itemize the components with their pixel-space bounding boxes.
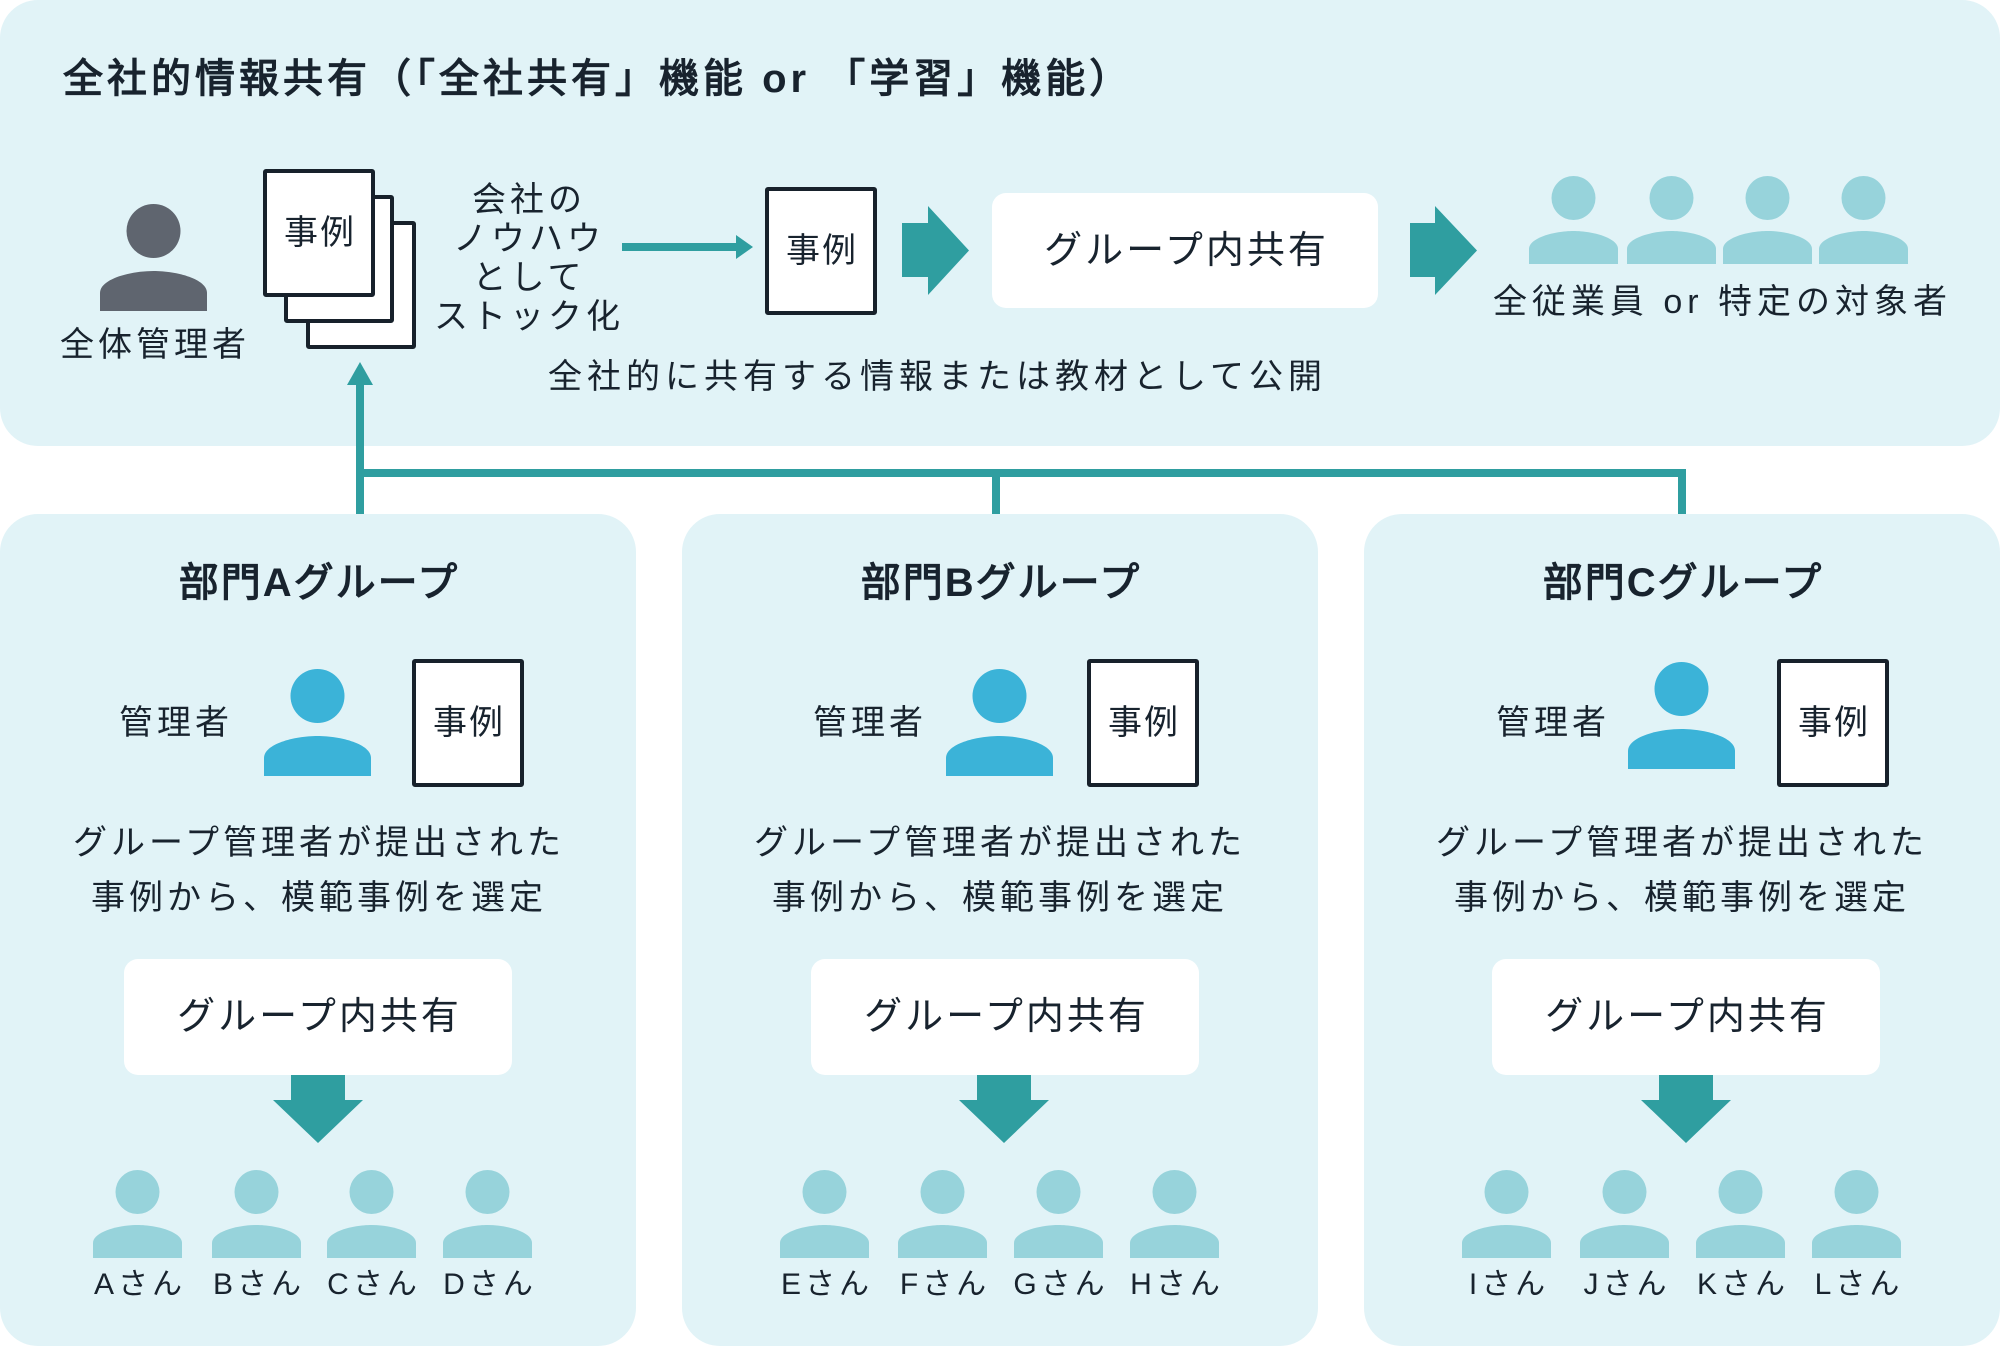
member-label: Gさん [1013, 1268, 1109, 1301]
group-panel-b: 部門Bグループ 管理者 事例 グループ管理者が提出された 事例から、模範事例を選… [682, 514, 1318, 1346]
member-label: Dさん [443, 1268, 537, 1301]
selection-description: グループ管理者が提出された 事例から、模範事例を選定 [750, 816, 1246, 926]
document-stack-label: 事例 [284, 214, 356, 252]
member-label: Iさん [1468, 1268, 1550, 1301]
member-label: Cさん [327, 1268, 421, 1301]
member-person-icon [780, 1170, 869, 1258]
company-group-share-label: グループ内共有 [1044, 229, 1329, 272]
member-label: Kさん [1696, 1268, 1790, 1301]
publish-caption: 全社的に共有する情報または教材として公開 [548, 358, 1327, 396]
member-label: Eさん [780, 1268, 874, 1301]
company-group-share-box: グループ内共有 [992, 193, 1378, 308]
published-case-document: 事例 [765, 187, 877, 315]
member-label: Jさん [1583, 1268, 1671, 1301]
connector-horizontal-line [356, 469, 1686, 477]
company-sharing-panel: 全社的情報共有（「全社共有」機能 or 「学習」機能） 全体管理者 事例 会社の… [0, 0, 2000, 446]
group-share-label: グループ内共有 [1545, 996, 1830, 1038]
description-line: グループ管理者が提出された [73, 824, 565, 862]
selection-description: グループ管理者が提出された 事例から、模範事例を選定 [1432, 816, 1928, 926]
manager-label: 管理者 [1496, 704, 1610, 742]
member-person-icon [1696, 1170, 1785, 1258]
description-line: 事例から、模範事例を選定 [1454, 879, 1910, 917]
member-person-icon [93, 1170, 182, 1258]
published-document-label: 事例 [786, 232, 858, 270]
group-share-box: グループ内共有 [124, 959, 512, 1075]
group-share-label: グループ内共有 [864, 996, 1149, 1038]
case-document-label: 事例 [1798, 704, 1870, 742]
group-title: 部門Cグループ [1542, 561, 1824, 605]
member-label: Aさん [93, 1268, 187, 1301]
group-share-box: グループ内共有 [1492, 959, 1880, 1075]
group-panel-a: 部門Aグループ 管理者 事例 グループ管理者が提出された 事例から、模範事例を選… [0, 514, 636, 1346]
knowledge-sharing-diagram: 全社的情報共有（「全社共有」機能 or 「学習」機能） 全体管理者 事例 会社の… [0, 0, 2000, 1346]
audience-person-icon [1723, 176, 1812, 264]
description-line: 事例から、模範事例を選定 [772, 879, 1228, 917]
document-stack-front: 事例 [263, 169, 375, 297]
manager-person-icon [264, 669, 371, 776]
audience-person-icon [1529, 176, 1618, 264]
member-person-icon [1014, 1170, 1103, 1258]
stock-note-line: ストック化 [434, 298, 624, 336]
connector-drop-c [1678, 473, 1686, 514]
group-share-box: グループ内共有 [811, 959, 1199, 1075]
stock-note-line: として [472, 259, 586, 297]
manager-label: 管理者 [813, 704, 927, 742]
selection-description: グループ管理者が提出された 事例から、模範事例を選定 [69, 816, 565, 926]
member-person-icon [1130, 1170, 1219, 1258]
admin-label: 全体管理者 [60, 326, 250, 364]
manager-person-icon [946, 669, 1053, 776]
member-person-icon [898, 1170, 987, 1258]
member-person-icon [443, 1170, 532, 1258]
member-label: Bさん [212, 1268, 306, 1301]
description-line: 事例から、模範事例を選定 [91, 879, 547, 917]
connector-drop-b [992, 473, 1000, 514]
audience-person-icon [1627, 176, 1716, 264]
case-document-label: 事例 [433, 704, 505, 742]
admin-person-icon [100, 204, 207, 311]
audience-label: 全従業員 or 特定の対象者 [1492, 283, 1953, 321]
description-line: グループ管理者が提出された [1436, 824, 1928, 862]
stock-note-line: ノウハウ [453, 220, 605, 258]
stock-note: 会社の ノウハウ として ストック化 [430, 181, 624, 337]
member-person-icon [1812, 1170, 1901, 1258]
description-line: グループ管理者が提出された [754, 824, 1246, 862]
group-title: 部門Aグループ [178, 561, 460, 605]
member-person-icon [1580, 1170, 1669, 1258]
stock-note-line: 会社の [472, 181, 586, 219]
case-document: 事例 [1777, 659, 1889, 787]
member-person-icon [327, 1170, 416, 1258]
case-document: 事例 [1087, 659, 1199, 787]
company-sharing-title: 全社的情報共有（「全社共有」機能 or 「学習」機能） [63, 57, 1134, 101]
group-title: 部門Bグループ [860, 561, 1142, 605]
group-panel-c: 部門Cグループ 管理者 事例 グループ管理者が提出された 事例から、模範事例を選… [1364, 514, 2000, 1346]
manager-person-icon [1628, 662, 1735, 769]
member-label: Lさん [1814, 1268, 1904, 1301]
group-share-label: グループ内共有 [177, 996, 462, 1038]
case-document: 事例 [412, 659, 524, 787]
case-document-label: 事例 [1108, 704, 1180, 742]
member-person-icon [1462, 1170, 1551, 1258]
member-label: Hさん [1130, 1268, 1224, 1301]
audience-person-icon [1819, 176, 1908, 264]
manager-label: 管理者 [119, 704, 233, 742]
member-person-icon [212, 1170, 301, 1258]
member-label: Fさん [899, 1268, 991, 1301]
